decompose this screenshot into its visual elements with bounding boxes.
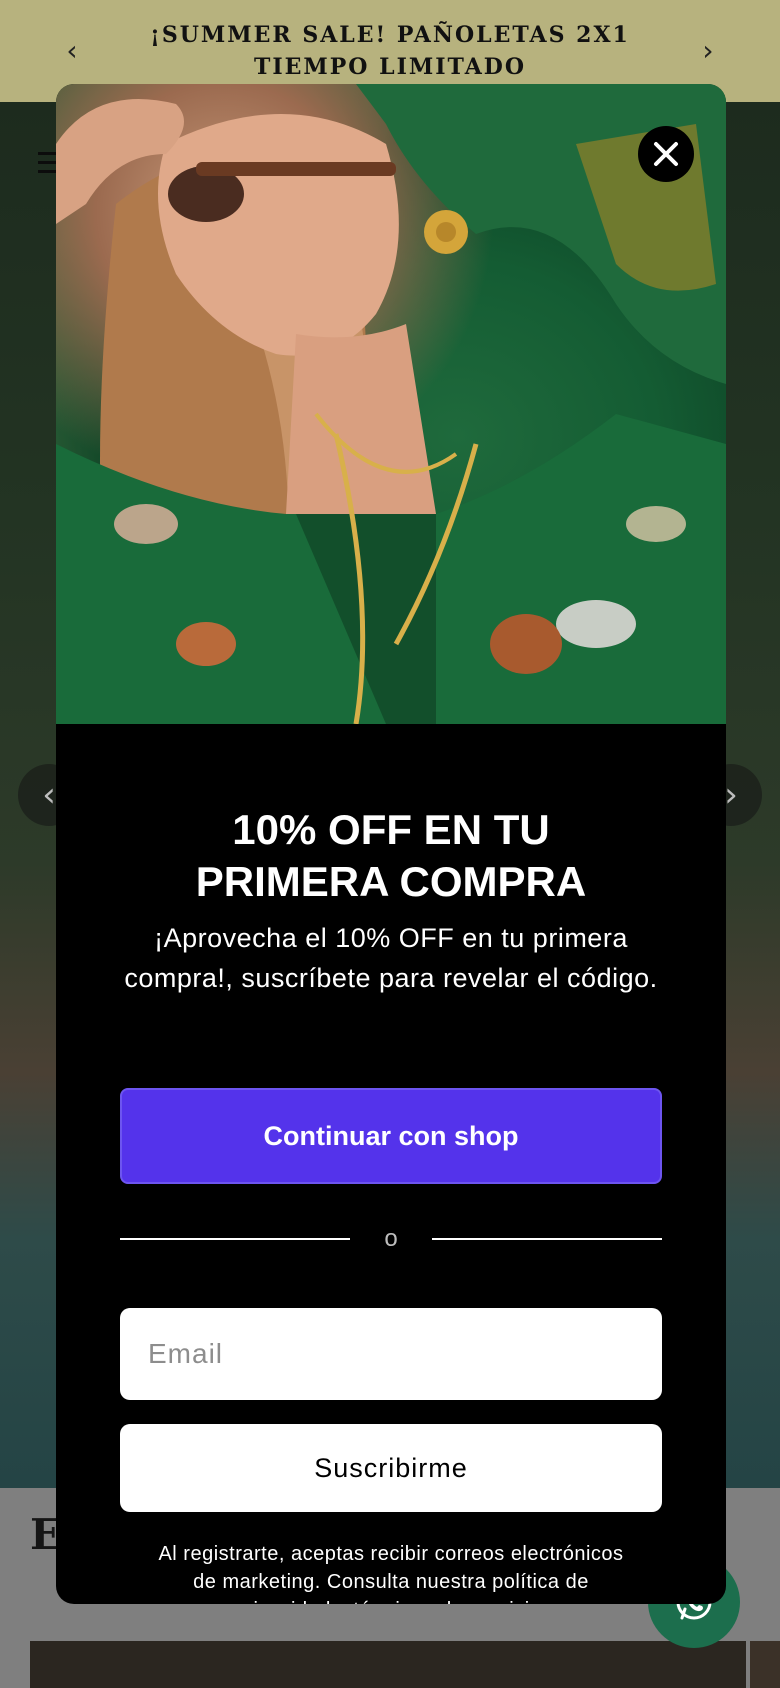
newsletter-popup: 10% OFF EN TU PRIMERA COMPRA ¡Aprovecha … bbox=[56, 84, 726, 1604]
divider: o bbox=[120, 1224, 662, 1254]
chevron-right-icon[interactable]: › bbox=[696, 36, 720, 66]
announcement-text: ¡SUMMER SALE! PAÑOLETAS 2X1 TIEMPO LIMIT… bbox=[150, 22, 630, 80]
popup-hero-image bbox=[56, 84, 726, 724]
chevron-left-icon[interactable]: ‹ bbox=[60, 36, 84, 66]
headline-line: PRIMERA COMPRA bbox=[195, 858, 587, 905]
close-button[interactable] bbox=[638, 126, 694, 182]
legal-text: Al registrarte, aceptas recibir correos … bbox=[158, 1543, 624, 1604]
email-field[interactable] bbox=[120, 1308, 662, 1400]
product-image[interactable] bbox=[750, 1641, 780, 1688]
close-icon bbox=[654, 142, 678, 166]
headline-line: 10% OFF EN TU bbox=[232, 806, 550, 853]
product-image[interactable] bbox=[30, 1641, 746, 1688]
popup-headline: 10% OFF EN TU PRIMERA COMPRA bbox=[56, 804, 726, 908]
model-photo bbox=[56, 84, 726, 724]
shop-pay-button[interactable]: Continuar con shop bbox=[120, 1088, 662, 1184]
subscribe-button[interactable]: Suscribirme bbox=[120, 1424, 662, 1512]
popup-subtext: ¡Aprovecha el 10% OFF en tu primera comp… bbox=[124, 923, 658, 993]
